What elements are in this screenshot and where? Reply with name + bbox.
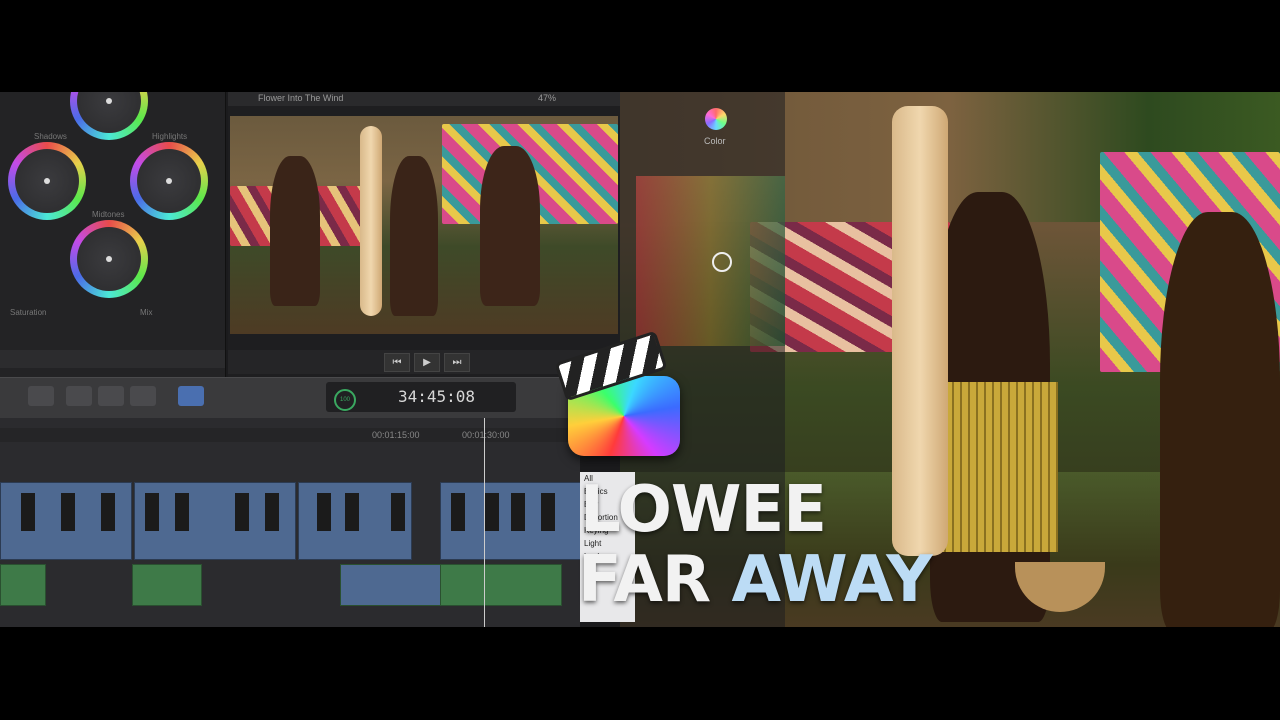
letterbox-top — [0, 0, 1280, 92]
timecode-display[interactable]: 100 34:45:08 — [326, 382, 516, 412]
wheel-label: Highlights — [152, 132, 188, 141]
next-frame-button[interactable]: ⏭ — [444, 353, 470, 372]
percent-indicator: 100 — [334, 389, 356, 411]
main-toolbar: 100 34:45:08 — [0, 377, 620, 419]
title-line-1: LOWEE — [580, 473, 827, 547]
viewer-frame — [230, 116, 618, 334]
video-clip[interactable] — [134, 482, 296, 560]
tool-button[interactable] — [130, 386, 156, 406]
mix-label: Mix — [140, 308, 153, 317]
letterbox-bottom — [0, 627, 1280, 720]
viewer: Flower Into The Wind 47% — [228, 92, 620, 377]
tool-button[interactable] — [28, 386, 54, 406]
color-wheel-icon[interactable] — [705, 108, 727, 130]
striped-skirt — [938, 382, 1058, 552]
timecode-value: 34:45:08 — [398, 387, 476, 406]
final-cut-pro-logo — [552, 330, 688, 460]
color-puck-board[interactable] — [636, 176, 785, 346]
wheel-label: Midtones — [92, 210, 125, 219]
person — [1160, 212, 1280, 627]
inspector-tab-color[interactable]: Color — [704, 136, 726, 146]
person — [390, 156, 438, 316]
connected-clip[interactable] — [340, 564, 442, 606]
ruler-tick: 00:01:15:00 — [372, 430, 420, 440]
tool-button[interactable] — [66, 386, 92, 406]
audio-clip[interactable] — [0, 564, 46, 606]
person — [480, 146, 540, 306]
color-puck[interactable] — [712, 252, 732, 272]
master-color-wheel[interactable] — [70, 92, 148, 140]
video-clip[interactable] — [0, 482, 132, 560]
carved-spoon — [892, 106, 948, 556]
viewer-zoom[interactable]: 47% — [538, 93, 556, 103]
video-clip[interactable] — [298, 482, 412, 560]
saturation-label: Saturation — [10, 308, 47, 317]
carved-spoon — [360, 126, 382, 316]
playhead[interactable] — [484, 418, 485, 627]
midtones-color-wheel[interactable] — [70, 220, 148, 298]
ruler-tick: 00:01:30:00 — [462, 430, 510, 440]
timeline-ruler: 00:01:15:00 00:01:30:00 — [0, 428, 580, 442]
title-line-2: FAR AWAY — [578, 548, 933, 612]
tool-button[interactable] — [98, 386, 124, 406]
timeline[interactable]: 00:01:15:00 00:01:30:00 — [0, 418, 582, 627]
title-word-away: AWAY — [731, 543, 932, 617]
shadows-color-wheel[interactable] — [8, 142, 86, 220]
audio-clip[interactable] — [440, 564, 562, 606]
colorboard-footer — [0, 350, 225, 368]
viewer-title: Flower Into The Wind — [258, 93, 344, 103]
video-clip[interactable] — [440, 482, 582, 560]
title-word-far: FAR — [578, 543, 711, 617]
person — [270, 156, 320, 306]
wheel-label: Shadows — [34, 132, 67, 141]
play-button[interactable]: ▶ — [414, 353, 440, 372]
highlights-color-wheel[interactable] — [130, 142, 208, 220]
audio-clip[interactable] — [132, 564, 202, 606]
viewer-header: Flower Into The Wind 47% — [228, 92, 620, 106]
select-tool-button[interactable] — [178, 386, 204, 406]
previous-frame-button[interactable]: ⏮ — [384, 353, 410, 372]
